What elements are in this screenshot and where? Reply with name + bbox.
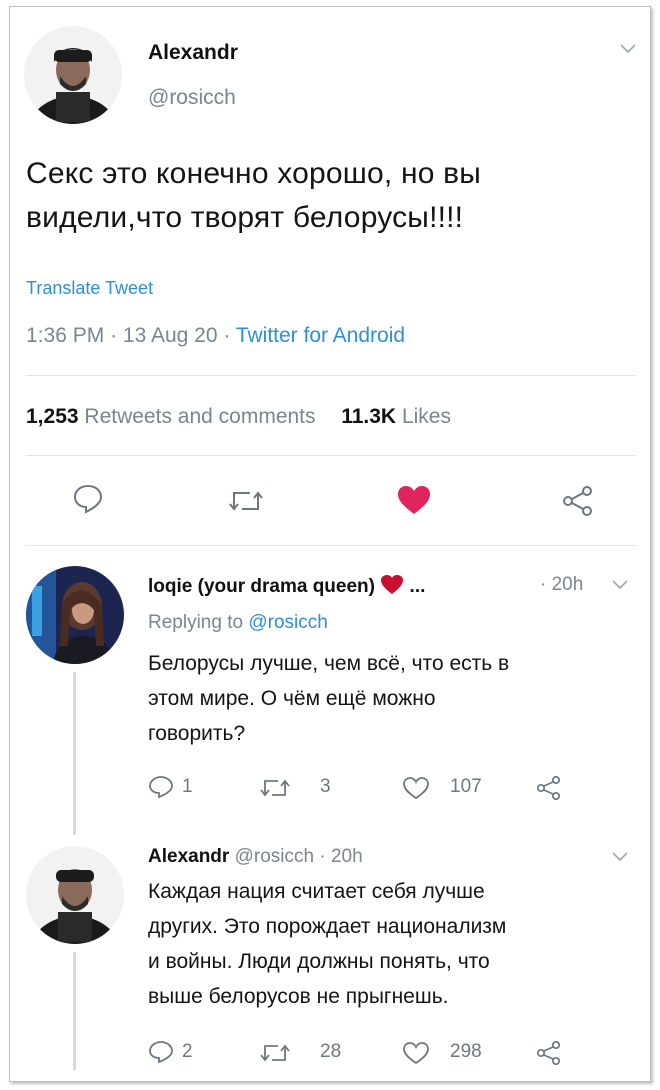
retweets-label[interactable]: Retweets and comments <box>84 405 315 428</box>
reply1-replying-to: Replying to @rosicch <box>148 612 328 634</box>
reply1-text-line: говорить? <box>148 722 246 745</box>
retweets-count[interactable]: 1,253 <box>26 405 79 428</box>
reply-count: 2 <box>182 1041 193 1062</box>
reply-icon[interactable] <box>148 775 174 799</box>
replying-to-label: Replying to <box>148 612 244 633</box>
reply2-handle-time[interactable]: @rosicch · 20h <box>235 846 363 867</box>
reply2-avatar[interactable] <box>26 846 124 944</box>
thread-line <box>73 672 76 835</box>
separator-dot: · <box>223 324 231 347</box>
like-count: 107 <box>450 776 482 797</box>
share-icon[interactable] <box>536 1041 562 1065</box>
divider <box>26 545 636 546</box>
tweet-stats: 1,253 Retweets and comments 11.3K Likes <box>26 405 451 429</box>
author-name[interactable]: Alexandr <box>148 41 238 65</box>
tweet-time: 1:36 PM <box>26 324 105 347</box>
divider <box>26 455 636 456</box>
reply-icon[interactable] <box>72 484 104 514</box>
author-handle[interactable]: @rosicch <box>148 86 236 110</box>
reply2-text-line: Каждая нация считает себя лучше <box>148 880 485 903</box>
reply1-header: loqie (your drama queen) ... <box>148 574 425 598</box>
reply2-text-line: и войны. Люди должны понять, что <box>148 950 490 973</box>
likes-count[interactable]: 11.3K <box>341 405 396 428</box>
retweet-count: 3 <box>320 776 331 797</box>
reply1-avatar[interactable] <box>26 566 124 664</box>
tweet-text-line: Секс это конечно хорошо, но вы <box>26 157 482 190</box>
share-icon[interactable] <box>562 486 594 516</box>
tweet-meta: 1:36 PM · 13 Aug 20 · Twitter for Androi… <box>26 324 405 348</box>
reply2-header: Alexandr @rosicch · 20h <box>148 846 363 868</box>
reply-count: 1 <box>182 776 193 797</box>
separator-dot: · <box>110 324 118 347</box>
retweet-count: 28 <box>320 1041 342 1062</box>
likes-label[interactable]: Likes <box>402 405 451 428</box>
tweet-source-link[interactable]: Twitter for Android <box>236 324 405 347</box>
thread-line <box>73 952 76 1070</box>
like-count: 298 <box>450 1041 482 1062</box>
reply2-text-line: выше белорусов не прыгнешь. <box>148 985 449 1008</box>
tweet-text-line: видели,что творят белорусы!!!! <box>26 201 464 234</box>
reply2-text-line: других. Это порождает национализм <box>148 915 507 938</box>
retweet-icon[interactable] <box>260 777 290 799</box>
divider <box>26 375 636 376</box>
reply1-author-name[interactable]: loqie (your drama queen) <box>148 576 375 597</box>
like-icon-filled[interactable] <box>396 484 432 516</box>
reply1-name-ellipsis: ... <box>409 576 426 597</box>
replying-to-handle[interactable]: @rosicch <box>248 612 327 633</box>
retweet-icon[interactable] <box>260 1042 290 1064</box>
reply1-text-line: этом мире. О чём ещё можно <box>148 687 436 710</box>
author-avatar[interactable] <box>24 26 122 124</box>
chevron-down-icon[interactable] <box>612 852 628 862</box>
reply1-text-line: Белорусы лучше, чем всё, что есть в <box>148 652 510 675</box>
chevron-down-icon[interactable] <box>620 44 636 54</box>
reply-icon[interactable] <box>148 1040 174 1064</box>
chevron-down-icon[interactable] <box>612 580 628 590</box>
like-icon[interactable] <box>402 776 430 800</box>
reply2-author-name[interactable]: Alexandr <box>148 846 229 867</box>
tweet-date: 13 Aug 20 <box>122 324 218 347</box>
translate-tweet-link[interactable]: Translate Tweet <box>26 278 153 299</box>
red-heart-icon <box>380 574 404 595</box>
share-icon[interactable] <box>536 776 562 800</box>
like-icon[interactable] <box>402 1041 430 1065</box>
retweet-icon[interactable] <box>228 488 264 514</box>
reply1-time[interactable]: · 20h <box>540 574 583 596</box>
